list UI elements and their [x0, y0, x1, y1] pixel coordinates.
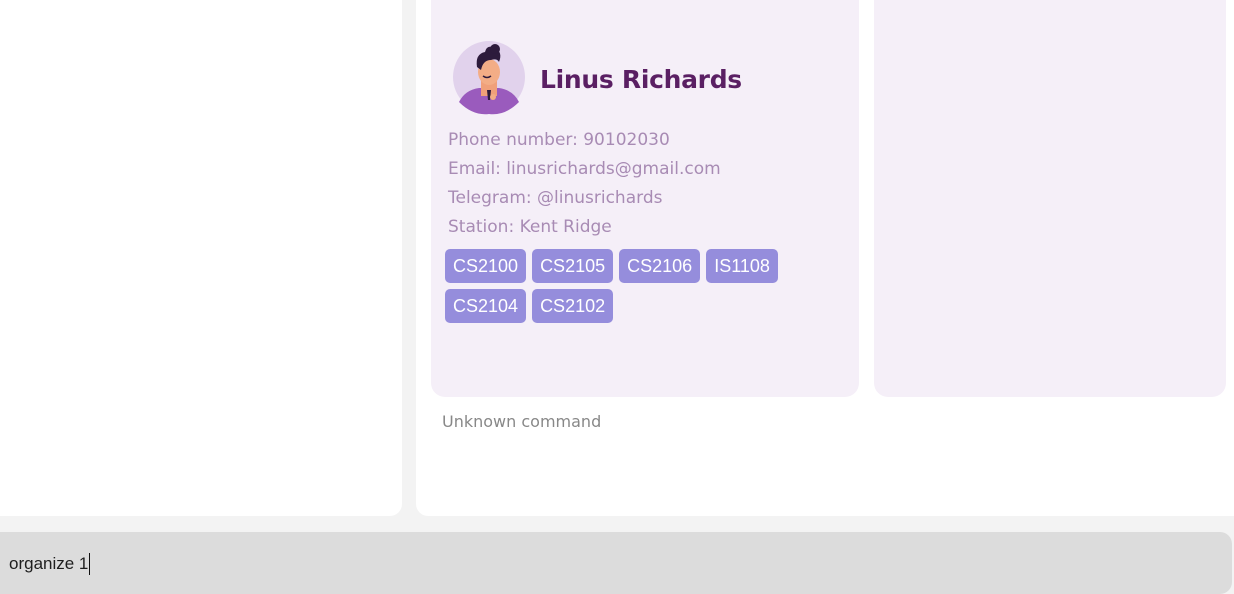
contact-station: Station: Kent Ridge	[448, 217, 612, 237]
module-tag: CS2102	[532, 289, 614, 323]
person-avatar-icon	[453, 40, 525, 115]
contact-card-empty	[874, 0, 1226, 397]
result-message: Unknown command	[442, 412, 602, 431]
module-tag: IS1108	[706, 249, 778, 283]
contact-telegram: Telegram: @linusrichards	[448, 188, 663, 208]
module-tags: CS2100 CS2105 CS2106 IS1108 CS2104 CS210…	[445, 249, 855, 323]
contact-phone: Phone number: 90102030	[448, 130, 670, 150]
command-input[interactable]: organize 1	[9, 552, 91, 576]
module-tag: CS2104	[445, 289, 527, 323]
module-tag: CS2105	[532, 249, 614, 283]
module-tag: CS2106	[619, 249, 701, 283]
contact-name: Linus Richards	[540, 65, 742, 94]
module-tag: CS2100	[445, 249, 527, 283]
text-caret	[89, 553, 91, 575]
person-list-panel	[0, 0, 402, 516]
command-box[interactable]	[0, 532, 1232, 594]
contact-email: Email: linusrichards@gmail.com	[448, 159, 721, 179]
command-text: organize 1	[9, 554, 89, 573]
